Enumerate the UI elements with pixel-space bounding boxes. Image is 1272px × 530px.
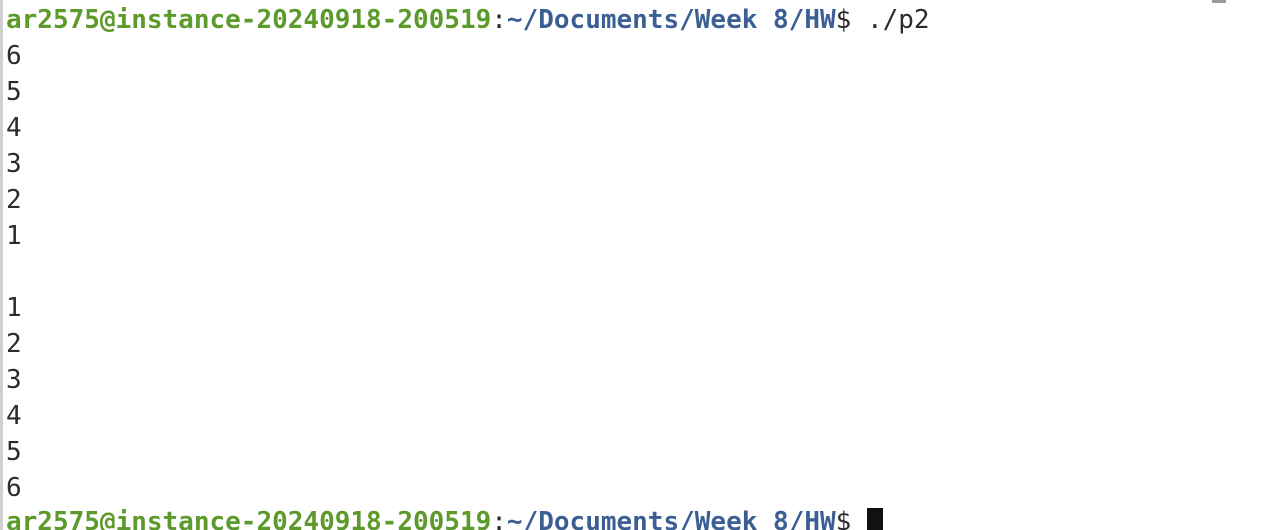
- output-line: 3: [6, 149, 22, 179]
- text-cursor[interactable]: [866, 508, 883, 530]
- prompt-line: ar2575@instance-20240918-200519:~/Docume…: [6, 2, 930, 38]
- output-line: 2: [6, 185, 22, 215]
- prompt-separator: :: [491, 507, 507, 530]
- command-text: ./p2: [851, 5, 930, 35]
- prompt-user-host: ar2575@instance-20240918-200519: [6, 507, 492, 530]
- output-line: 5: [6, 437, 22, 467]
- prompt-line-final[interactable]: ar2575@instance-20240918-200519:~/Docume…: [6, 504, 883, 530]
- scroll-indicator: [1212, 0, 1226, 3]
- output-line: 6: [6, 473, 22, 503]
- output-line: 6: [6, 41, 22, 71]
- output-line: 1: [6, 293, 22, 323]
- output-line: 4: [6, 113, 22, 143]
- output-line: 5: [6, 77, 22, 107]
- prompt-symbol: $: [835, 5, 852, 35]
- output-line: 4: [6, 401, 22, 431]
- prompt-symbol: $: [835, 507, 867, 530]
- prompt-user-host: ar2575@instance-20240918-200519: [6, 5, 492, 35]
- prompt-path: ~/Documents/Week 8/HW: [506, 5, 836, 35]
- prompt-path: ~/Documents/Week 8/HW: [506, 507, 836, 530]
- output-line: 2: [6, 329, 22, 359]
- prompt-separator: :: [491, 5, 507, 35]
- output-line: 3: [6, 365, 22, 395]
- output-line: 1: [6, 221, 22, 251]
- terminal-window[interactable]: ar2575@instance-20240918-200519:~/Docume…: [0, 0, 1272, 530]
